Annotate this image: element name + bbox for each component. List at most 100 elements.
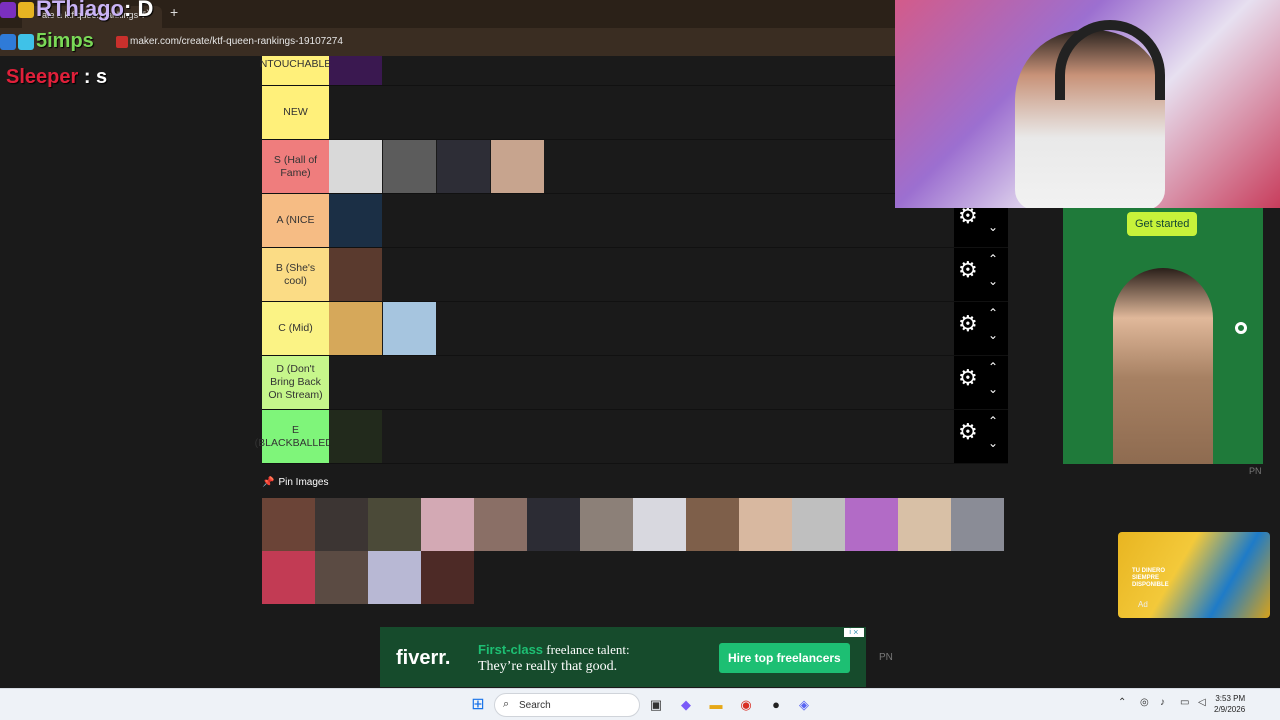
pool-image[interactable]: [951, 498, 1004, 551]
windows-start-icon[interactable]: ⊞: [468, 695, 488, 715]
gear-icon[interactable]: ⚙: [958, 259, 978, 281]
microphone-icon[interactable]: ♪: [1160, 697, 1165, 708]
tray-chevron-icon[interactable]: ⌃: [1118, 697, 1126, 708]
ad-choices-icon[interactable]: i ⨯: [844, 628, 864, 637]
pin-images-toggle[interactable]: 📌 Pin Images: [262, 477, 328, 488]
tier-image[interactable]: [491, 140, 544, 193]
tier-label[interactable]: E (BLACKBALLED): [255, 410, 336, 463]
new-tab-button[interactable]: +: [170, 4, 178, 20]
tier-items[interactable]: [329, 86, 954, 139]
tier-controls: ⚙ ⌃ ⌄: [954, 356, 1008, 409]
gear-icon[interactable]: ⚙: [958, 313, 978, 335]
tier-items[interactable]: [329, 302, 954, 355]
network-icon[interactable]: ▭: [1180, 697, 1189, 708]
chat-text: : D: [124, 0, 154, 21]
tier-image[interactable]: [383, 302, 436, 355]
chevron-down-icon[interactable]: ⌄: [988, 220, 998, 234]
chevron-down-icon[interactable]: ⌄: [988, 382, 998, 396]
chevron-down-icon[interactable]: ⌄: [988, 274, 998, 288]
crown-badge-icon: [18, 2, 34, 19]
get-started-button[interactable]: Get started: [1127, 212, 1198, 236]
tier-label[interactable]: NEW: [262, 86, 329, 139]
tier-items[interactable]: [329, 194, 954, 247]
task-view-icon[interactable]: ▣: [646, 695, 666, 715]
tier-items[interactable]: [329, 140, 954, 193]
chevron-up-icon[interactable]: ⌃: [988, 252, 998, 266]
tier-image[interactable]: [437, 140, 490, 193]
tray-app-icon[interactable]: ◎: [1140, 697, 1149, 708]
pool-image[interactable]: [845, 498, 898, 551]
chat-message: RThiago: D: [0, 0, 153, 22]
pool-image[interactable]: [739, 498, 792, 551]
gear-icon[interactable]: ⚙: [958, 367, 978, 389]
tier-label[interactable]: B (She's cool): [262, 248, 329, 301]
chat-username: RThiago: [36, 0, 124, 21]
tier-row: E (BLACKBALLED) ⚙ ⌃ ⌄: [255, 410, 1008, 464]
video-ad[interactable]: TU DINERO SIEMPRE DISPONIBLE Ad: [1118, 532, 1270, 618]
chevron-up-icon[interactable]: ⌃: [988, 360, 998, 374]
chat-message: Sleeper : s: [6, 66, 107, 89]
pool-image[interactable]: [368, 551, 421, 604]
copilot-icon[interactable]: ◆: [676, 695, 696, 715]
tier-image[interactable]: [329, 410, 382, 463]
pool-image[interactable]: [686, 498, 739, 551]
tier-items[interactable]: [329, 56, 954, 85]
file-explorer-icon[interactable]: ▬: [706, 695, 726, 715]
tier-label[interactable]: A (NICE: [262, 194, 329, 247]
discord-icon[interactable]: ◈: [794, 695, 814, 715]
tier-items[interactable]: [329, 356, 954, 409]
app-icon[interactable]: ●: [766, 695, 786, 715]
chevron-down-icon[interactable]: ⌄: [988, 436, 998, 450]
gear-icon[interactable]: ⚙: [958, 421, 978, 443]
image-pool: [262, 498, 1009, 604]
tier-items[interactable]: [329, 410, 954, 463]
chrome-icon[interactable]: ◉: [736, 695, 756, 715]
pool-image[interactable]: [368, 498, 421, 551]
pool-image[interactable]: [527, 498, 580, 551]
tier-label[interactable]: C (Mid): [262, 302, 329, 355]
tier-image[interactable]: [329, 248, 382, 301]
fiverr-logo: fiverr.: [396, 647, 451, 669]
ad-dot-icon: [1235, 322, 1247, 334]
pn-label: PN: [879, 652, 893, 663]
url-text[interactable]: maker.com/create/ktf-queen-rankings-1910…: [130, 36, 343, 47]
tier-items[interactable]: [329, 248, 954, 301]
pool-image[interactable]: [421, 551, 474, 604]
pool-image[interactable]: [421, 498, 474, 551]
chevron-down-icon[interactable]: ⌄: [988, 328, 998, 342]
tier-controls: ⚙ ⌃ ⌄: [954, 410, 1008, 463]
chevron-up-icon[interactable]: ⌃: [988, 414, 998, 428]
address-bar[interactable]: maker.com/create/ktf-queen-rankings-1910…: [0, 28, 900, 56]
chat-message: 5imps: [0, 30, 94, 53]
gear-icon[interactable]: ⚙: [958, 205, 978, 227]
pool-image[interactable]: [792, 498, 845, 551]
cube-badge-icon: [18, 33, 34, 50]
tier-image[interactable]: [329, 194, 382, 247]
sidebar-ad[interactable]: Get started: [1063, 208, 1263, 464]
fiverr-ad-banner[interactable]: fiverr. First-class freelance talent: Th…: [380, 627, 866, 687]
badge-icon: [0, 2, 16, 19]
volume-icon[interactable]: ◁: [1198, 697, 1206, 708]
tier-controls: ⚙ ⌃ ⌄: [954, 302, 1008, 355]
tier-image[interactable]: [329, 140, 382, 193]
taskbar-search[interactable]: ⌕ Search: [494, 693, 640, 717]
tier-label[interactable]: NTOUCHABLE: [260, 56, 331, 85]
hire-freelancers-button[interactable]: Hire top freelancers: [719, 643, 850, 673]
pool-image[interactable]: [262, 551, 315, 604]
pool-image[interactable]: [474, 498, 527, 551]
tier-image[interactable]: [329, 302, 382, 355]
pool-image[interactable]: [315, 498, 368, 551]
tier-label[interactable]: S (Hall of Fame): [262, 140, 329, 193]
pool-image[interactable]: [898, 498, 951, 551]
taskbar-clock[interactable]: 3:53 PM 2/9/2026: [1214, 693, 1245, 715]
pool-image[interactable]: [262, 498, 315, 551]
pool-image[interactable]: [633, 498, 686, 551]
tier-label[interactable]: D (Don't Bring Back On Stream): [262, 356, 329, 409]
ad-label: Ad: [1138, 600, 1148, 609]
tier-image[interactable]: [329, 56, 382, 85]
tier-image[interactable]: [383, 140, 436, 193]
chevron-up-icon[interactable]: ⌃: [988, 306, 998, 320]
clock-date: 2/9/2026: [1214, 705, 1246, 714]
pool-image[interactable]: [580, 498, 633, 551]
pool-image[interactable]: [315, 551, 368, 604]
